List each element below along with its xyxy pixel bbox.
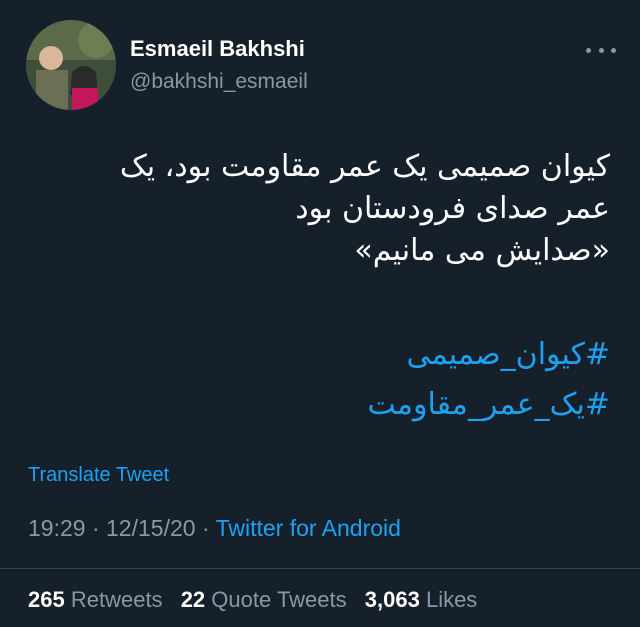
likes-label: Likes: [425, 587, 478, 612]
more-dot: [598, 47, 604, 53]
tweet-meta: 19:29 · 12/15/20 · Twitter for Android: [28, 515, 401, 542]
hashtags: #کیوان_صمیمی #یک_عمر_مقاومت: [30, 330, 610, 430]
tweet-text: کیوان صمیمی یک عمر مقاومت بود، یک عمر صد…: [30, 146, 610, 272]
retweets-stat[interactable]: 265 Retweets: [28, 587, 169, 612]
tweet-stats: 265 Retweets 22 Quote Tweets 3,063 Likes: [28, 587, 489, 613]
avatar[interactable]: [26, 20, 116, 110]
more-icon[interactable]: [586, 40, 616, 60]
meta-separator: ·: [91, 515, 100, 541]
likes-stat[interactable]: 3,063 Likes: [365, 587, 478, 612]
hashtag-link[interactable]: #کیوان_صمیمی: [30, 330, 610, 380]
author-handle[interactable]: @bakhshi_esmaeil: [130, 70, 308, 94]
tweet-client-link[interactable]: Twitter for Android: [216, 515, 401, 541]
hashtag-link[interactable]: #یک_عمر_مقاومت: [30, 380, 610, 430]
avatar-photo: [26, 20, 116, 110]
tweet-date[interactable]: 12/15/20: [106, 515, 196, 541]
quote-tweets-label: Quote Tweets: [211, 587, 347, 612]
more-dot: [611, 47, 616, 53]
quote-tweets-count: 22: [180, 587, 206, 612]
tweet-line: عمر صدای فرودستان بود: [295, 191, 610, 226]
meta-separator: ·: [201, 515, 210, 541]
retweets-count: 265: [28, 587, 65, 612]
author-name[interactable]: Esmaeil Bakhshi: [130, 36, 305, 62]
quote-tweets-stat[interactable]: 22 Quote Tweets: [181, 587, 353, 612]
retweets-label: Retweets: [70, 587, 163, 612]
tweet-line: کیوان صمیمی یک عمر مقاومت بود، یک: [119, 149, 610, 184]
divider: [0, 568, 640, 569]
more-dot: [586, 47, 591, 53]
tweet-header: Esmaeil Bakhshi @bakhshi_esmaeil: [26, 20, 616, 110]
translate-tweet-link[interactable]: Translate Tweet: [28, 464, 169, 487]
tweet-line: «صدایش می مانیم»: [354, 233, 610, 268]
likes-count: 3,063: [364, 587, 420, 612]
tweet-time[interactable]: 19:29: [28, 515, 86, 541]
